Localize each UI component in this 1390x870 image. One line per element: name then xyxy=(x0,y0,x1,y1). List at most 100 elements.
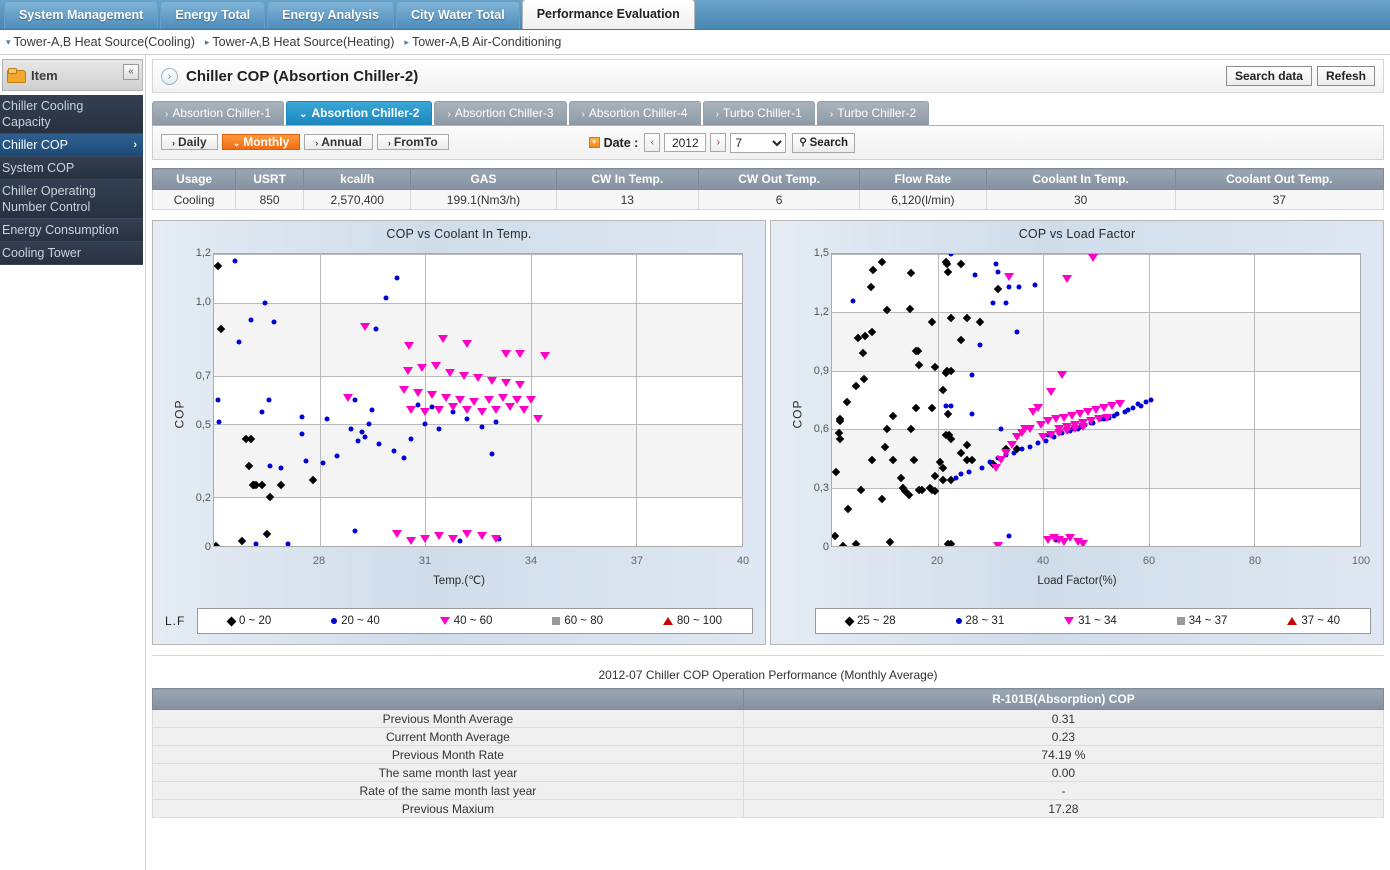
y-axis-tick: 1,2 xyxy=(195,247,211,259)
topnav-tab-0[interactable]: System Management xyxy=(4,1,159,29)
magnifier-icon: ⚲ xyxy=(799,136,807,148)
topnav-tab-2[interactable]: Energy Analysis xyxy=(267,1,394,29)
performance-table-blank-header xyxy=(152,688,744,710)
summary-cell-7: 30 xyxy=(985,189,1176,210)
plot-band xyxy=(214,424,742,498)
sidebar-header: Item « xyxy=(2,59,143,91)
gridline-horizontal xyxy=(214,254,742,255)
legend-item-1[interactable]: 20 ~ 40 xyxy=(331,615,380,627)
point-dot xyxy=(1011,450,1017,456)
performance-row-label: Rate of the same month last year xyxy=(152,781,744,800)
year-prev-button[interactable]: ‹ xyxy=(644,133,661,152)
legend-item-0[interactable]: 25 ~ 28 xyxy=(844,615,896,627)
chart-legend: 0 ~ 20 20 ~ 40 40 ~ 60 60 ~ 80 80 ~ 100 xyxy=(197,608,753,634)
topnav-tab-3[interactable]: City Water Total xyxy=(395,1,520,29)
legend-item-0[interactable]: 0 ~ 20 xyxy=(226,615,271,627)
sidebar-item-1[interactable]: Chiller COP › xyxy=(0,134,143,157)
legend-item-2[interactable]: 40 ~ 60 xyxy=(439,615,492,627)
legend-item-2[interactable]: 31 ~ 34 xyxy=(1064,615,1117,627)
point-triangle-down xyxy=(404,342,415,351)
sidebar-collapse-button[interactable]: « xyxy=(123,64,139,80)
point-dot xyxy=(285,541,291,546)
point-dot xyxy=(401,455,407,461)
legend-item-3[interactable]: 34 ~ 37 xyxy=(1176,615,1227,627)
tab-chiller-1[interactable]: ⌄ Absortion Chiller-2 xyxy=(286,101,433,125)
point-dot xyxy=(1035,440,1041,446)
tab-chiller-5[interactable]: › Turbo Chiller-2 xyxy=(816,101,930,125)
plot-area xyxy=(831,253,1361,547)
sidebar-item-label: System COP xyxy=(2,161,75,175)
month-select[interactable]: 123456789101112 xyxy=(730,132,787,153)
year-next-button[interactable]: › xyxy=(710,133,727,152)
x-axis-tick: 34 xyxy=(524,555,538,567)
point-triangle-down xyxy=(476,532,487,541)
point-diamond xyxy=(888,411,897,420)
year-input[interactable] xyxy=(664,133,707,152)
point-dot xyxy=(369,407,375,413)
summary-col-4: CW In Temp. xyxy=(555,168,699,190)
point-dot xyxy=(383,295,389,301)
topnav-tab-1[interactable]: Energy Total xyxy=(160,1,266,29)
point-triangle-down xyxy=(483,396,494,404)
folder-icon xyxy=(7,68,26,83)
breadcrumb-item-1[interactable]: ▸ Tower-A,B Heat Source(Heating) xyxy=(205,35,395,49)
breadcrumb-item-0[interactable]: ▾ Tower-A,B Heat Source(Cooling) xyxy=(6,35,195,49)
breadcrumb-item-2[interactable]: ▸ Tower-A,B Air-Conditioning xyxy=(404,35,561,49)
y-axis-tick: 0 xyxy=(204,541,211,553)
legend-item-4[interactable]: 80 ~ 100 xyxy=(662,615,722,627)
point-dot xyxy=(990,300,996,306)
summary-col-6: Flow Rate xyxy=(859,168,987,190)
topnav-tab-4[interactable]: Performance Evaluation xyxy=(521,0,695,29)
chevron-right-icon: › xyxy=(161,67,178,85)
point-dot xyxy=(1019,446,1025,452)
performance-row-value: 17.28 xyxy=(742,799,1385,818)
x-axis-tick: 80 xyxy=(1248,555,1262,567)
point-triangle-down xyxy=(437,335,448,344)
tab-chiller-0[interactable]: › Absortion Chiller-1 xyxy=(152,101,285,125)
sidebar-item-0[interactable]: Chiller Cooling Capacity xyxy=(0,95,143,134)
tab-chiller-3[interactable]: › Absortion Chiller-4 xyxy=(568,101,701,125)
period-button-daily[interactable]: › Daily xyxy=(161,133,218,150)
point-dot xyxy=(1032,282,1038,288)
period-button-fromto[interactable]: › FromTo xyxy=(376,133,449,150)
point-triangle-down xyxy=(413,388,424,397)
gridline-vertical xyxy=(1043,254,1045,546)
summary-table-row: Cooling 850 2,570,400 199.1(Nm3/h) 13 6 6,120(… xyxy=(151,189,1385,210)
date-marker-icon: ▾ xyxy=(588,137,600,148)
tab-label: Absortion Chiller-3 xyxy=(454,106,554,120)
point-triangle-down xyxy=(420,534,431,543)
legend-marker-diamond-icon xyxy=(844,616,855,626)
point-triangle-down xyxy=(462,340,473,349)
point-triangle-down xyxy=(406,537,417,546)
tab-chiller-4[interactable]: › Turbo Chiller-1 xyxy=(702,101,815,125)
point-diamond xyxy=(214,261,222,271)
sidebar: Item « Chiller Cooling Capacity Chiller C… xyxy=(0,55,145,870)
point-dot xyxy=(1006,533,1012,539)
point-dot xyxy=(352,397,358,403)
refresh-button[interactable]: Refesh xyxy=(1316,66,1375,86)
search-button[interactable]: ⚲ Search xyxy=(792,132,855,153)
search-data-button[interactable]: Search data xyxy=(1225,66,1312,86)
breadcrumb: ▾ Tower-A,B Heat Source(Cooling) ▸ Tower-A,… xyxy=(0,30,1390,55)
point-dot xyxy=(303,458,309,464)
period-button-monthly[interactable]: ⌄ Monthly xyxy=(221,133,301,150)
point-dot xyxy=(998,426,1004,432)
gridline-horizontal xyxy=(214,424,742,426)
point-triangle-down xyxy=(462,405,473,414)
point-triangle-down xyxy=(402,366,413,375)
gridline-vertical xyxy=(425,254,427,546)
legend-item-1[interactable]: 28 ~ 31 xyxy=(955,615,1004,627)
sidebar-item-2[interactable]: System COP xyxy=(0,157,143,180)
sidebar-item-4[interactable]: Energy Consumption xyxy=(0,219,143,242)
legend-item-3[interactable]: 60 ~ 80 xyxy=(552,615,603,627)
sidebar-item-3[interactable]: Chiller Operating Number Control xyxy=(0,180,143,219)
legend-marker-square-icon xyxy=(552,617,561,625)
chart-title: COP vs Coolant In Temp. xyxy=(386,227,532,241)
sidebar-item-5[interactable]: Cooling Tower xyxy=(0,242,143,265)
period-button-annual[interactable]: › Annual xyxy=(304,133,373,150)
tab-label: Absortion Chiller-2 xyxy=(311,106,420,120)
point-diamond xyxy=(832,532,839,541)
legend-item-4[interactable]: 37 ~ 40 xyxy=(1287,615,1340,627)
tab-chiller-2[interactable]: › Absortion Chiller-3 xyxy=(434,101,567,125)
point-diamond xyxy=(842,397,852,407)
